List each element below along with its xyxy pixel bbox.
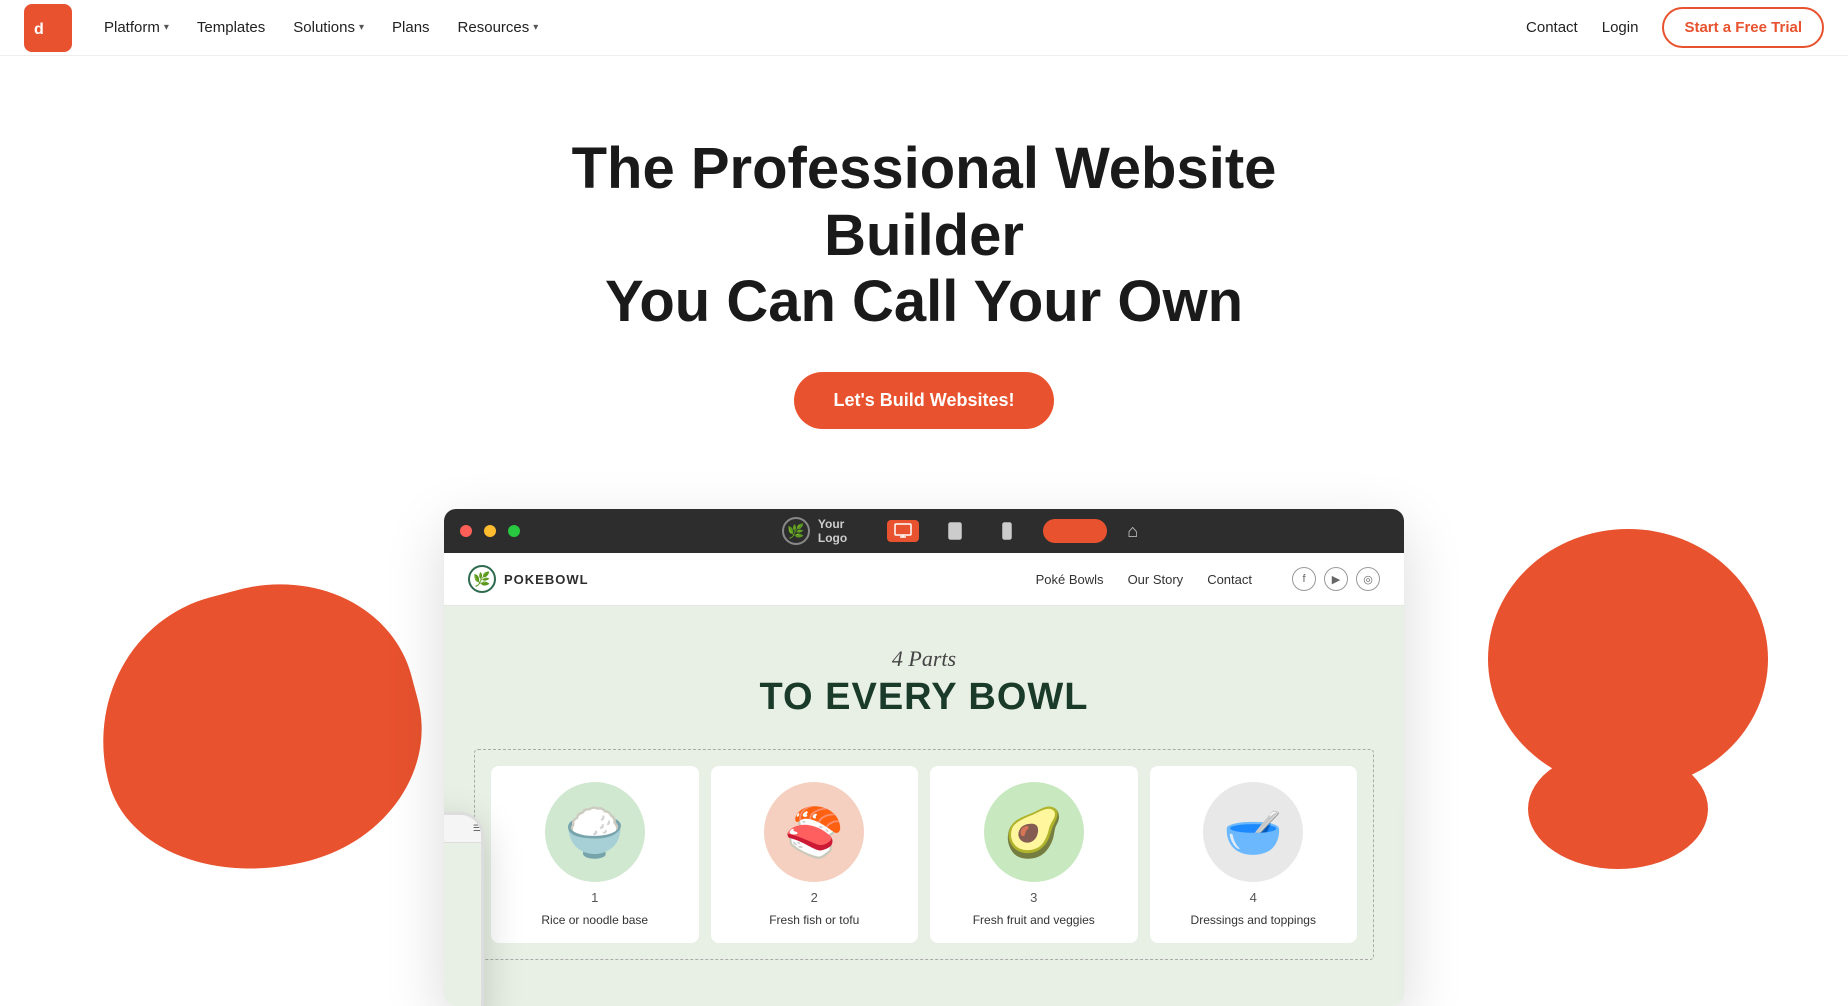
browser-titlebar: 🌿 YourLogo ⌂: [444, 509, 1404, 553]
editor-logo-area: 🌿 YourLogo: [782, 517, 847, 545]
phone-menu-icon: ☰: [473, 823, 481, 834]
bowl-image-1: 🍚: [545, 782, 645, 882]
bowl-label-1: Rice or noodle base: [541, 913, 648, 927]
nav-platform[interactable]: Platform ▾: [104, 19, 169, 36]
decorative-blob-left: [69, 552, 451, 905]
website-logo-icon: 🌿: [468, 565, 496, 593]
editor-logo-label: YourLogo: [818, 517, 847, 545]
mockup-section: 🌿 YourLogo ⌂ 🌿: [0, 469, 1848, 1006]
phone-item-num: 1: [444, 931, 473, 941]
desktop-view-button[interactable]: [887, 520, 919, 542]
bowl-item-1: 🍚 1 Rice or noodle base: [491, 766, 699, 943]
bowl-num-4: 4: [1250, 890, 1257, 905]
nav-links: Platform ▾ Templates Solutions ▾ Plans R…: [104, 19, 1526, 36]
instagram-icon[interactable]: ◎: [1356, 567, 1380, 591]
nav-solutions[interactable]: Solutions ▾: [293, 19, 364, 36]
decorative-blob-right-lower: [1528, 749, 1708, 869]
home-icon[interactable]: ⌂: [1127, 521, 1138, 542]
browser-toolbar: 🌿 YourLogo ⌂: [532, 517, 1388, 545]
chevron-down-icon: ▾: [359, 22, 364, 33]
svg-text:d: d: [34, 21, 43, 38]
bowl-script-title: 4 Parts: [468, 646, 1380, 672]
bowl-items-grid: 🍚 1 Rice or noodle base 🍣 2 Fresh fish o…: [474, 749, 1374, 960]
website-nav-story[interactable]: Our Story: [1128, 572, 1184, 587]
publish-button[interactable]: [1043, 519, 1107, 543]
nav-resources[interactable]: Resources ▾: [458, 19, 539, 36]
login-link[interactable]: Login: [1602, 19, 1639, 36]
bowl-image-4: 🥣: [1203, 782, 1303, 882]
website-nav-contact[interactable]: Contact: [1207, 572, 1252, 587]
bowl-label-3: Fresh fruit and veggies: [973, 913, 1095, 927]
tablet-view-button[interactable]: [939, 520, 971, 542]
hero-section: The Professional Website Builder You Can…: [0, 56, 1848, 469]
bowl-image-2: 🍣: [764, 782, 864, 882]
bowl-image-3: 🥑: [984, 782, 1084, 882]
navbar: d Platform ▾ Templates Solutions ▾ Plans…: [0, 0, 1848, 56]
bowl-item-2: 🍣 2 Fresh fish or tofu: [711, 766, 919, 943]
website-logo-text: POKEBOWL: [504, 572, 589, 587]
phone-content: 🍚 1 Rice or noodle base 🍣: [444, 843, 481, 1006]
browser-mockup: 🌿 YourLogo ⌂ 🌿: [444, 509, 1404, 1006]
nav-right: Contact Login Start a Free Trial: [1526, 7, 1824, 48]
nav-templates[interactable]: Templates: [197, 19, 265, 36]
bowl-num-1: 1: [591, 890, 598, 905]
bowl-main-title: TO EVERY BOWL: [468, 676, 1380, 719]
youtube-icon[interactable]: ▶: [1324, 567, 1348, 591]
chevron-down-icon: ▾: [164, 22, 169, 33]
hero-cta-button[interactable]: Let's Build Websites!: [794, 372, 1055, 429]
contact-link[interactable]: Contact: [1526, 19, 1578, 36]
website-logo: 🌿 POKEBOWL: [468, 565, 589, 593]
nav-plans[interactable]: Plans: [392, 19, 430, 36]
phone-item-label: Rice or noodle base: [444, 943, 473, 953]
bowl-item-3: 🥑 3 Fresh fruit and veggies: [930, 766, 1138, 943]
editor-logo-icon: 🌿: [782, 517, 810, 545]
website-navbar: 🌿 POKEBOWL Poké Bowls Our Story Contact …: [444, 553, 1404, 606]
bowl-label-2: Fresh fish or tofu: [769, 913, 859, 927]
browser-close-dot: [460, 525, 472, 537]
chevron-down-icon: ▾: [533, 22, 538, 33]
browser-minimize-dot: [484, 525, 496, 537]
bowl-item-4: 🥣 4 Dressings and toppings: [1150, 766, 1358, 943]
website-social-icons: f ▶ ◎: [1292, 567, 1380, 591]
website-nav-links: Poké Bowls Our Story Contact: [1036, 572, 1252, 587]
hero-heading: The Professional Website Builder You Can…: [524, 136, 1324, 336]
website-nav-poke[interactable]: Poké Bowls: [1036, 572, 1104, 587]
website-content: 4 Parts TO EVERY BOWL 🍚 1 Rice or noodle…: [444, 606, 1404, 1006]
bowl-num-2: 2: [811, 890, 818, 905]
phone-mockup: 🌿 POKEBOWL ☰ 🍚 1 Rice or noodle base 🍣: [444, 812, 484, 1006]
mobile-view-button[interactable]: [991, 520, 1023, 542]
browser-maximize-dot: [508, 525, 520, 537]
facebook-icon[interactable]: f: [1292, 567, 1316, 591]
start-free-trial-button[interactable]: Start a Free Trial: [1662, 7, 1824, 48]
bowl-label-4: Dressings and toppings: [1191, 913, 1316, 927]
phone-top-bar: 🌿 POKEBOWL ☰: [444, 815, 481, 843]
brand-logo[interactable]: d: [24, 4, 72, 52]
bowl-num-3: 3: [1030, 890, 1037, 905]
